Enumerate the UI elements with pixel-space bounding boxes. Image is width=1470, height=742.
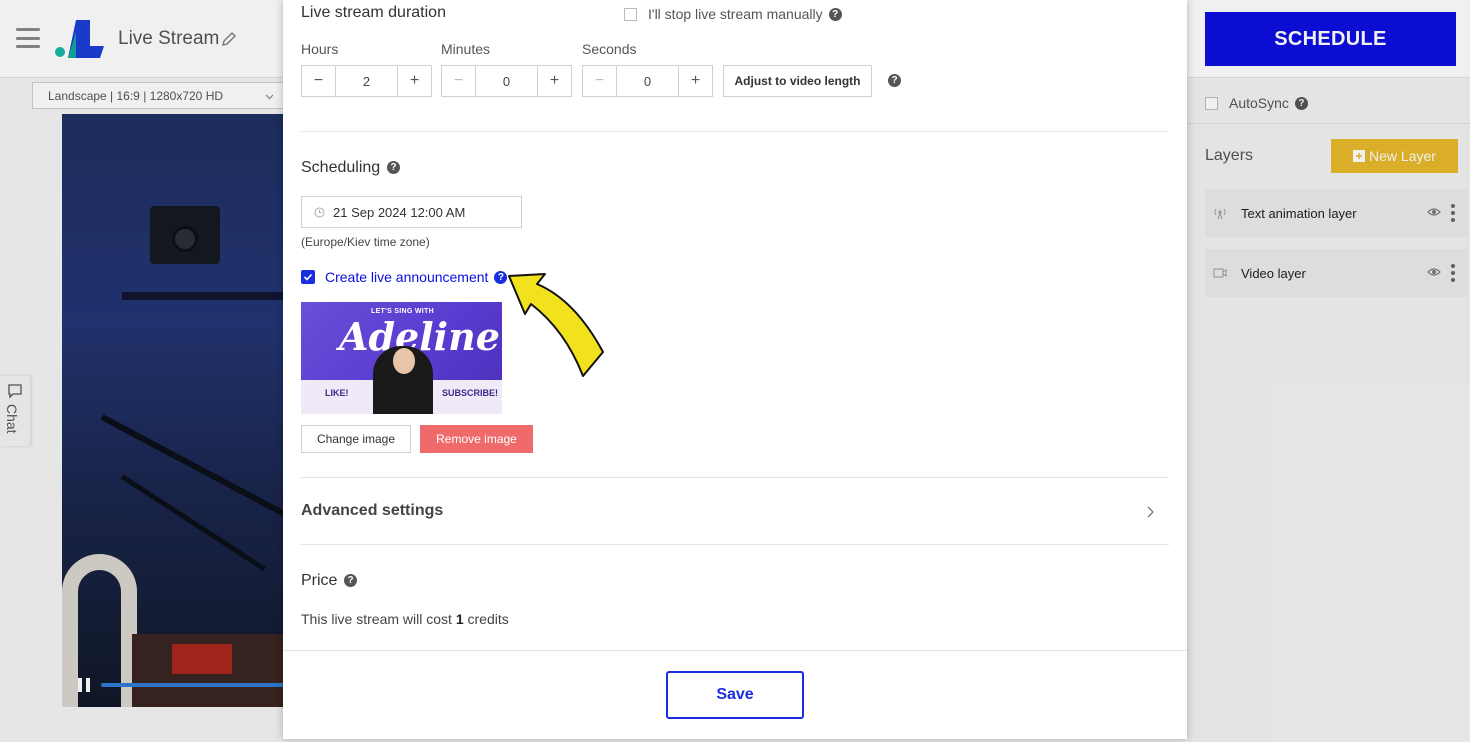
advanced-settings-row[interactable]: Advanced settings: [301, 478, 1169, 544]
increment-button[interactable]: +: [538, 66, 571, 96]
advanced-settings-label: Advanced settings: [301, 502, 444, 519]
checkmark-icon: [303, 273, 313, 281]
hours-stepper: − 2 +: [301, 65, 432, 97]
price-title: Price: [301, 572, 338, 589]
help-icon[interactable]: ?: [344, 574, 357, 587]
minutes-value[interactable]: 0: [475, 66, 538, 96]
remove-image-button[interactable]: Remove image: [420, 425, 533, 453]
announcement-thumbnail: LET'S SING WITH Adeline LIKE! SUBSCRIBE!: [301, 302, 502, 414]
annotation-arrow-icon: [508, 273, 604, 377]
adjust-to-video-length-button[interactable]: Adjust to video length: [723, 65, 872, 97]
scheduling-title: Scheduling: [301, 159, 381, 176]
cost-suffix: credits: [467, 611, 509, 627]
clock-icon: [314, 207, 325, 217]
divider: [283, 650, 1187, 651]
divider: [301, 544, 1169, 545]
manual-stop-option[interactable]: I'll stop live stream manually ?: [624, 6, 842, 22]
create-announcement-option[interactable]: Create live announcement ?: [301, 269, 508, 285]
increment-button[interactable]: +: [679, 66, 712, 96]
manual-stop-checkbox[interactable]: [624, 7, 637, 21]
help-icon[interactable]: ?: [828, 7, 842, 21]
help-icon[interactable]: ?: [888, 74, 901, 87]
schedule-date-input[interactable]: 21 Sep 2024 12:00 AM: [301, 196, 522, 228]
thumbnail-face-shape: [393, 348, 415, 374]
thumbnail-subscribe-text: SUBSCRIBE!: [442, 388, 499, 398]
seconds-value[interactable]: 0: [616, 66, 679, 96]
hours-label: Hours: [301, 41, 339, 57]
duration-title: Live stream duration: [301, 4, 446, 21]
announcement-checkbox[interactable]: [301, 270, 315, 284]
divider: [301, 131, 1169, 132]
minutes-stepper: − 0 +: [441, 65, 572, 97]
hours-value[interactable]: 2: [335, 66, 398, 96]
increment-button[interactable]: +: [398, 66, 431, 96]
cost-line: This live stream will cost 1 credits: [301, 611, 509, 627]
help-icon[interactable]: ?: [387, 161, 400, 174]
announcement-label: Create live announcement: [325, 269, 489, 285]
decrement-button[interactable]: −: [583, 66, 616, 96]
seconds-label: Seconds: [582, 41, 637, 57]
save-button[interactable]: Save: [666, 671, 804, 719]
schedule-date-value: 21 Sep 2024 12:00 AM: [333, 204, 466, 220]
chevron-right-icon: [1147, 506, 1154, 518]
decrement-button[interactable]: −: [302, 66, 335, 96]
minutes-label: Minutes: [441, 41, 491, 57]
cost-prefix: This live stream will cost: [301, 611, 452, 627]
seconds-stepper: − 0 +: [582, 65, 713, 97]
change-image-button[interactable]: Change image: [301, 425, 411, 453]
manual-stop-label: I'll stop live stream manually: [648, 6, 823, 22]
schedule-modal: Live stream duration I'll stop live stre…: [283, 0, 1187, 739]
cost-value: 1: [455, 611, 464, 627]
decrement-button[interactable]: −: [442, 66, 475, 96]
timezone-note: (Europe/Kiev time zone): [301, 235, 430, 249]
thumbnail-like-text: LIKE!: [325, 388, 349, 398]
